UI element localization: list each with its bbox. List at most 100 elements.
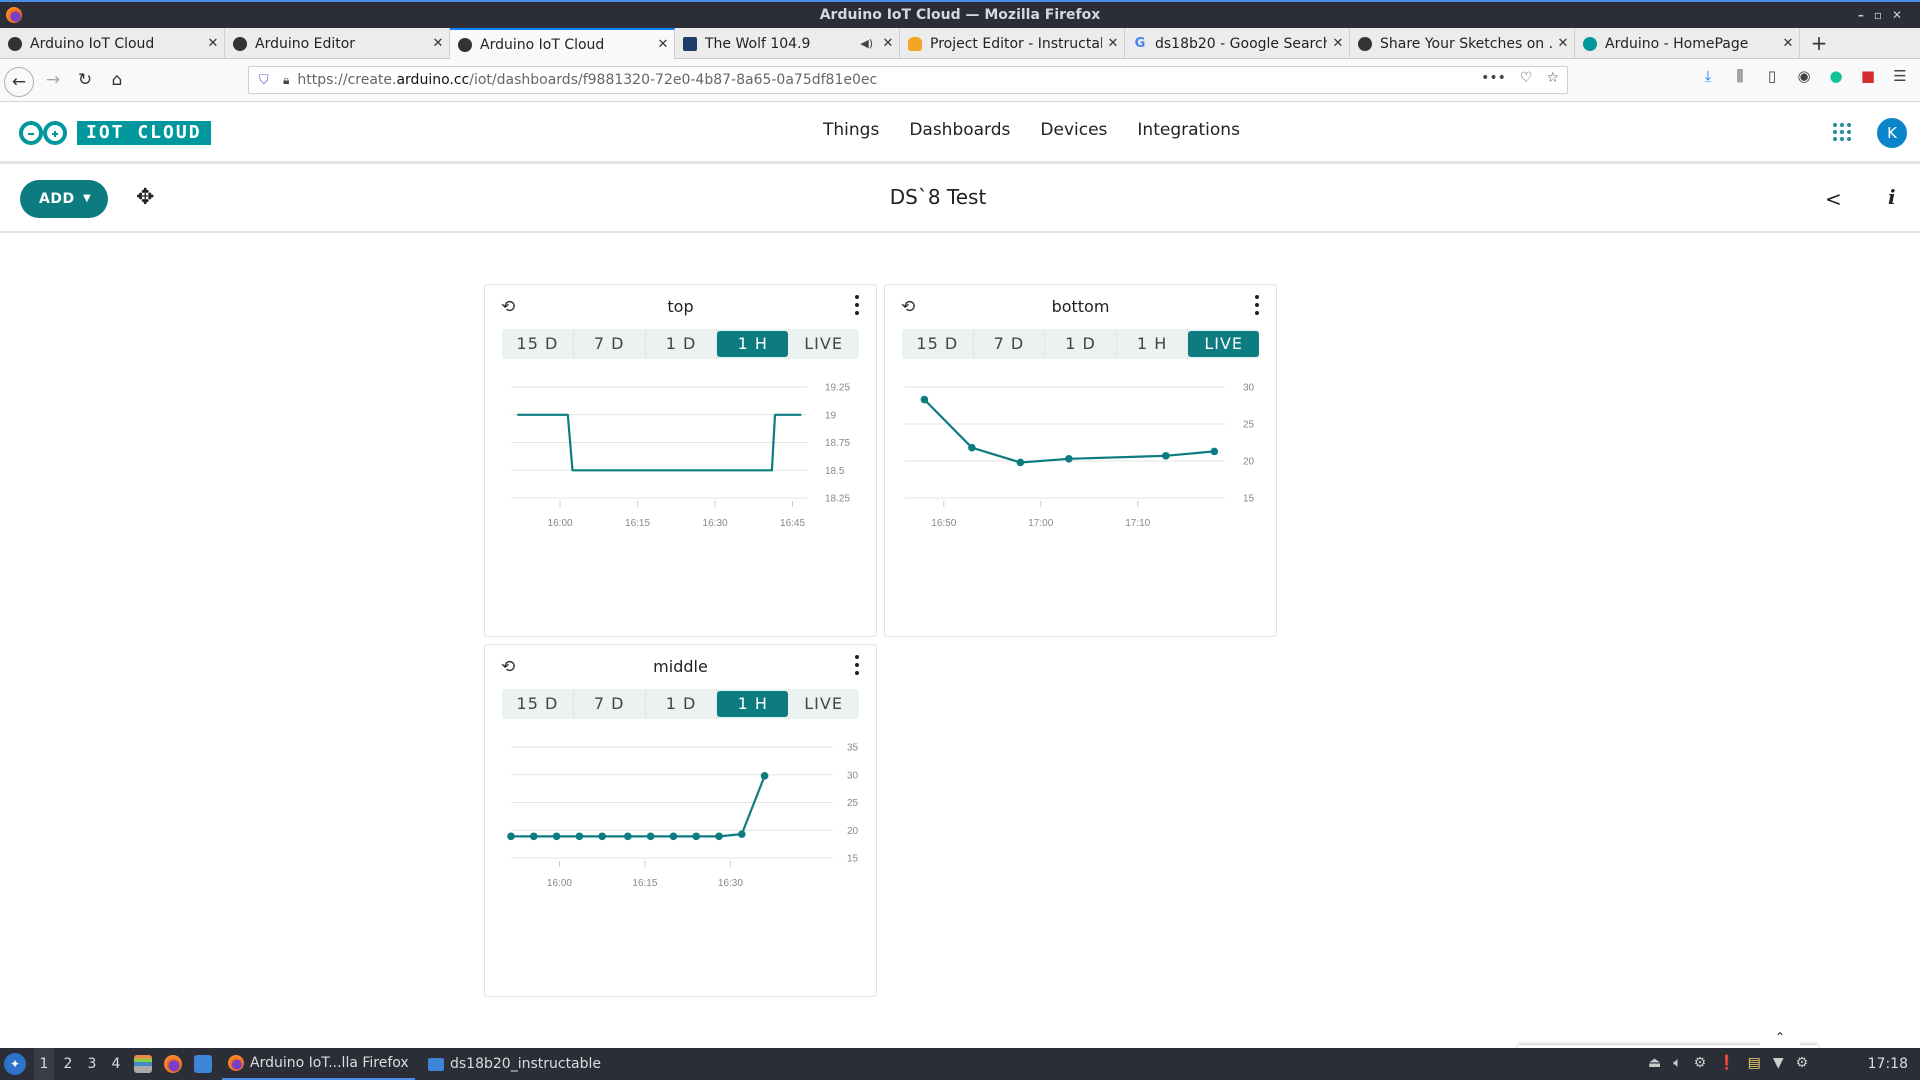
nav-integrations[interactable]: Integrations: [1137, 120, 1240, 140]
chart-svg: 18.25 18.5 18.75 19 19.25 16:00 16:15 16:30 16:4…: [511, 383, 850, 529]
reload-button[interactable]: ↻: [72, 67, 98, 93]
url-path: /iot/dashboards/f9881320-72e0-4b87-8a65-…: [469, 72, 878, 88]
taskbar-window-firefox[interactable]: Arduino IoT...lla Firefox: [222, 1048, 415, 1080]
nav-things[interactable]: Things: [823, 120, 879, 140]
tab-arduino-iot-cloud-1[interactable]: Arduino IoT Cloud ✕: [0, 28, 225, 59]
tab-project-editor[interactable]: Project Editor - Instructables ✕: [900, 28, 1125, 59]
tab-google-search[interactable]: G ds18b20 - Google Search ✕: [1125, 28, 1350, 59]
pocket-icon[interactable]: ♡: [1520, 70, 1533, 86]
range-option-live[interactable]: LIVE: [788, 329, 859, 359]
close-tab-icon[interactable]: ✕: [1327, 36, 1349, 51]
more-options-icon[interactable]: [1254, 295, 1260, 315]
sidebar-icon[interactable]: ▯: [1762, 67, 1782, 85]
workspace-2[interactable]: 2: [58, 1048, 78, 1080]
more-options-icon[interactable]: [854, 295, 860, 315]
range-option-15d[interactable]: 15 D: [902, 329, 974, 359]
line-chart: 18.25 18.5 18.75 19 19.25 16:00 16:15 16:30 16:4…: [485, 365, 878, 635]
grammarly-icon[interactable]: ●: [1826, 67, 1846, 85]
workspace-3[interactable]: 3: [82, 1048, 102, 1080]
tab-arduino-iot-cloud-active[interactable]: Arduino IoT Cloud ✕: [450, 28, 675, 59]
nav-dashboards[interactable]: Dashboards: [909, 120, 1010, 140]
url-bar[interactable]: ⛉ 🔒︎ https://create.arduino.cc/iot/dashb…: [248, 66, 1568, 94]
eject-icon[interactable]: ⏏: [1648, 1055, 1661, 1071]
close-tab-icon[interactable]: ✕: [877, 36, 899, 51]
y-tick-label: 35: [847, 743, 859, 754]
desktop-icon[interactable]: [194, 1055, 212, 1073]
close-tab-icon[interactable]: ✕: [652, 37, 674, 52]
speaker-icon[interactable]: ◀): [860, 37, 873, 50]
tab-arduino-homepage[interactable]: Arduino - HomePage ✕: [1575, 28, 1800, 59]
range-option-1d[interactable]: 1 D: [1045, 329, 1117, 359]
lastpass-icon[interactable]: ■: [1858, 67, 1878, 85]
library-icon[interactable]: ⫼: [1730, 67, 1750, 85]
logo-text: IOT CLOUD: [77, 121, 211, 145]
workspace-4[interactable]: 4: [106, 1048, 126, 1080]
expand-notifications-button[interactable]: ⌃: [1760, 1026, 1800, 1048]
tab-label: Arduino - HomePage: [1605, 35, 1749, 52]
x-tick-label: 16:15: [625, 518, 650, 529]
window-controls[interactable]: –▫✕: [1858, 2, 1912, 28]
close-tab-icon[interactable]: ✕: [427, 36, 449, 51]
more-options-icon[interactable]: [854, 655, 860, 675]
taskbar-window-folder[interactable]: ds18b20_instructable: [428, 1048, 601, 1080]
start-menu-icon[interactable]: ✦: [4, 1053, 26, 1075]
share-icon[interactable]: <: [1825, 187, 1842, 211]
range-option-1h[interactable]: 1 H: [1117, 329, 1189, 359]
forward-button[interactable]: →: [40, 67, 66, 93]
close-tab-icon[interactable]: ✕: [1777, 36, 1799, 51]
bookmark-star-icon[interactable]: ☆: [1546, 70, 1559, 86]
tab-strip: Arduino IoT Cloud ✕ Arduino Editor ✕ Ard…: [0, 28, 1920, 59]
range-option-live[interactable]: LIVE: [1188, 331, 1259, 357]
firefox-launcher-icon[interactable]: [164, 1055, 182, 1073]
tab-the-wolf[interactable]: The Wolf 104.9 ◀) ✕: [675, 28, 900, 59]
range-option-1d[interactable]: 1 D: [646, 329, 718, 359]
apps-grid-icon[interactable]: [1831, 121, 1853, 143]
lock-icon[interactable]: 🔒︎: [283, 73, 289, 88]
arduino-icon: [1358, 36, 1372, 51]
info-icon[interactable]: i: [1888, 185, 1896, 209]
page-actions-icon[interactable]: •••: [1481, 70, 1506, 86]
range-option-1d[interactable]: 1 D: [646, 689, 718, 719]
range-option-live[interactable]: LIVE: [788, 689, 859, 719]
x-tick-label: 17:10: [1125, 518, 1150, 529]
system-settings-icon[interactable]: ⚙: [1796, 1055, 1809, 1071]
navigation-toolbar: ← → ↻ ⌂ ⛉ 🔒︎ https://create.arduino.cc/i…: [0, 59, 1920, 102]
range-option-1h[interactable]: 1 H: [717, 691, 789, 717]
range-option-15d[interactable]: 15 D: [502, 329, 574, 359]
menu-icon[interactable]: ☰: [1890, 67, 1910, 85]
nav-devices[interactable]: Devices: [1040, 120, 1107, 140]
volume-icon[interactable]: 🔈︎: [1673, 1055, 1681, 1071]
settings-gear-icon[interactable]: ⚙: [1694, 1055, 1707, 1071]
new-tab-button[interactable]: +: [1805, 28, 1833, 59]
wifi-icon[interactable]: ▼: [1773, 1055, 1784, 1071]
clipboard-icon[interactable]: ▤: [1748, 1055, 1761, 1071]
x-tick-label: 16:30: [718, 878, 743, 889]
account-icon[interactable]: ◉: [1794, 67, 1814, 85]
home-button[interactable]: ⌂: [104, 67, 130, 93]
file-cabinet-icon[interactable]: [134, 1055, 152, 1073]
main-nav: Things Dashboards Devices Integrations: [823, 120, 1240, 140]
range-option-7d[interactable]: 7 D: [974, 329, 1046, 359]
data-point: [692, 832, 701, 841]
close-tab-icon[interactable]: ✕: [1102, 36, 1124, 51]
close-tab-icon[interactable]: ✕: [202, 36, 224, 51]
tracking-shield-icon[interactable]: ⛉: [259, 73, 273, 88]
widget-title: middle: [653, 657, 708, 676]
data-point: [738, 830, 746, 838]
iot-cloud-logo[interactable]: IOT CLOUD: [19, 120, 211, 146]
back-button[interactable]: ←: [4, 67, 34, 97]
update-alert-icon[interactable]: ❗: [1718, 1055, 1735, 1071]
downloads-icon[interactable]: ⤓: [1698, 67, 1718, 85]
close-tab-icon[interactable]: ✕: [1552, 36, 1574, 51]
tab-arduino-editor[interactable]: Arduino Editor ✕: [225, 28, 450, 59]
data-point: [575, 832, 584, 841]
user-avatar[interactable]: K: [1877, 118, 1907, 148]
workspace-1[interactable]: 1: [34, 1048, 54, 1080]
data-point: [920, 395, 929, 404]
url-text[interactable]: https://create.arduino.cc/iot/dashboards…: [297, 72, 877, 88]
range-option-7d[interactable]: 7 D: [574, 329, 646, 359]
range-option-1h[interactable]: 1 H: [717, 331, 789, 357]
range-option-15d[interactable]: 15 D: [502, 689, 574, 719]
range-option-7d[interactable]: 7 D: [574, 689, 646, 719]
tab-share-sketches[interactable]: Share Your Sketches on ... ✕: [1350, 28, 1575, 59]
